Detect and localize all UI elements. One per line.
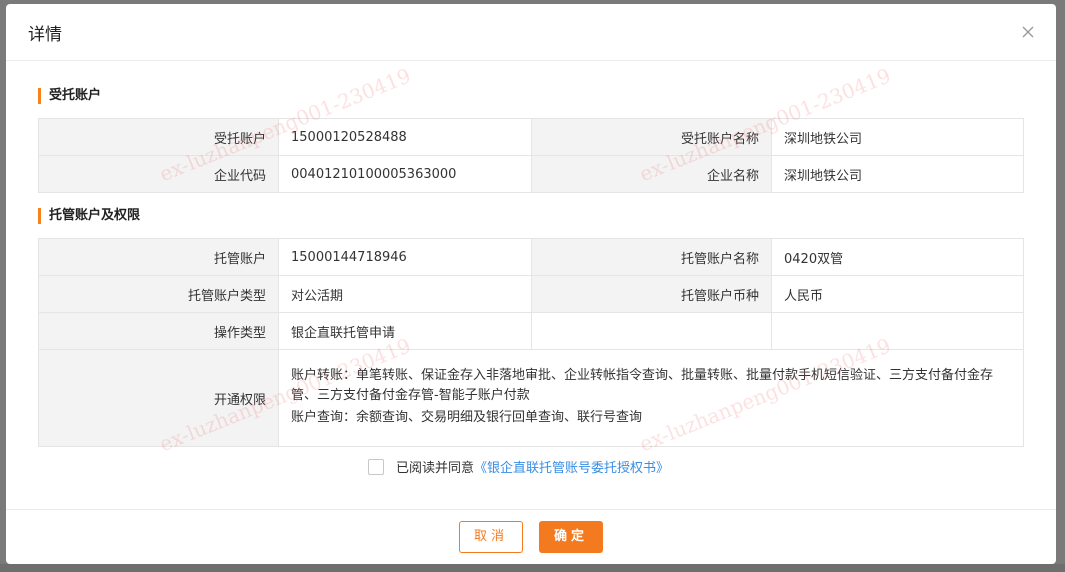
trust-account-name-label: 受托账户名称 (531, 118, 772, 156)
operation-type-label: 操作类型 (38, 312, 279, 350)
dialog-footer: 取消 确定 (6, 509, 1056, 564)
trust-account-value: 15000120528488 (278, 118, 532, 156)
trust-account-table: 受托账户 15000120528488 受托账户名称 深圳地铁公司 企业代码 0… (38, 118, 1024, 193)
operation-type-value: 银企直联托管申请 (278, 312, 532, 350)
custody-account-type-value: 对公活期 (278, 275, 532, 313)
agreement-row: 已阅读并同意《银企直联托管账号委托授权书》 (368, 459, 669, 479)
custody-account-table: 托管账户 15000144718946 托管账户名称 0420双管 托管账户类型… (38, 238, 1024, 447)
table-row: 托管账户 15000144718946 托管账户名称 0420双管 (38, 238, 1024, 276)
permission-content: 账户转账：单笔转账、保证金存入非落地审批、企业转帐指令查询、批量转账、批量付款手… (278, 349, 1024, 447)
custody-account-name-value: 0420双管 (771, 238, 1024, 276)
permission-transfer-text: 账户转账：单笔转账、保证金存入非落地审批、企业转帐指令查询、批量转账、批量付款手… (291, 368, 994, 403)
custody-account-type-label: 托管账户类型 (38, 275, 279, 313)
background-overlay (0, 564, 1065, 572)
confirm-button[interactable]: 确定 (539, 521, 603, 553)
custody-currency-label: 托管账户币种 (531, 275, 772, 313)
custody-section-title: 托管账户及权限 (38, 208, 140, 224)
agreement-checkbox[interactable] (368, 459, 384, 475)
dialog-header: 详情 (6, 4, 1056, 61)
company-code-value: 00401210100005363000 (278, 155, 532, 193)
trust-account-name-value: 深圳地铁公司 (771, 118, 1024, 156)
custody-account-label: 托管账户 (38, 238, 279, 276)
detail-dialog: 详情 受托账户 受托账户 15000120528488 受托账户名称 深圳地铁公… (6, 4, 1056, 564)
trust-section-title: 受托账户 (38, 88, 101, 104)
company-name-label: 企业名称 (531, 155, 772, 193)
agreement-prefix-text: 已阅读并同意 (396, 461, 475, 476)
empty-label-cell (531, 312, 772, 350)
custody-account-value: 15000144718946 (278, 238, 532, 276)
trust-account-label: 受托账户 (38, 118, 279, 156)
permission-query-text: 账户查询：余额查询、交易明细及银行回单查询、联行号查询 (291, 410, 643, 425)
dialog-title: 详情 (28, 25, 62, 45)
cancel-button[interactable]: 取消 (459, 521, 523, 553)
custody-account-name-label: 托管账户名称 (531, 238, 772, 276)
table-row: 托管账户类型 对公活期 托管账户币种 人民币 (38, 275, 1024, 313)
empty-value-cell (771, 312, 1024, 350)
table-row: 企业代码 00401210100005363000 企业名称 深圳地铁公司 (38, 155, 1024, 193)
company-code-label: 企业代码 (38, 155, 279, 193)
table-row: 受托账户 15000120528488 受托账户名称 深圳地铁公司 (38, 118, 1024, 156)
custody-currency-value: 人民币 (771, 275, 1024, 313)
table-row: 开通权限 账户转账：单笔转账、保证金存入非落地审批、企业转帐指令查询、批量转账、… (38, 349, 1024, 447)
close-icon[interactable] (1018, 22, 1038, 42)
authorization-document-link[interactable]: 《银企直联托管账号委托授权书》 (474, 461, 669, 476)
table-row: 操作类型 银企直联托管申请 (38, 312, 1024, 350)
company-name-value: 深圳地铁公司 (771, 155, 1024, 193)
permission-label: 开通权限 (38, 349, 279, 447)
